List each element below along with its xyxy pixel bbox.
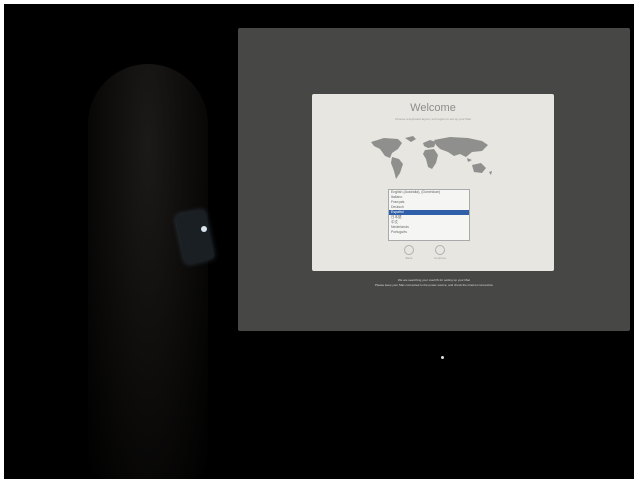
continue-arrow-icon [435,245,445,255]
person-silhouette [88,64,208,479]
list-item[interactable]: Português [389,230,469,235]
continue-label: Continue [433,256,446,260]
status-line-1: We are searching your macOS for setting … [397,278,471,282]
back-button[interactable]: Back [402,245,416,260]
back-label: Back [405,256,413,260]
webcam-light-icon [441,356,444,359]
continue-button[interactable]: Continue [433,245,447,260]
photo-scene: Welcome Choose a keyboard layout, and re… [4,4,634,479]
welcome-title: Welcome [410,102,456,114]
language-list[interactable]: English (Australia), (Dominican) Italian… [388,189,470,241]
status-line-2: Please keep your Mac connected to the po… [374,283,494,287]
back-arrow-icon [404,245,414,255]
setup-assistant-window: Welcome Choose a keyboard layout, and re… [312,94,554,271]
world-map-icon [371,136,492,179]
monitor-screen: Welcome Choose a keyboard layout, and re… [238,28,630,331]
phone-flash-icon [201,226,207,232]
welcome-subtitle: Choose a keyboard layout, and region to … [394,117,472,121]
